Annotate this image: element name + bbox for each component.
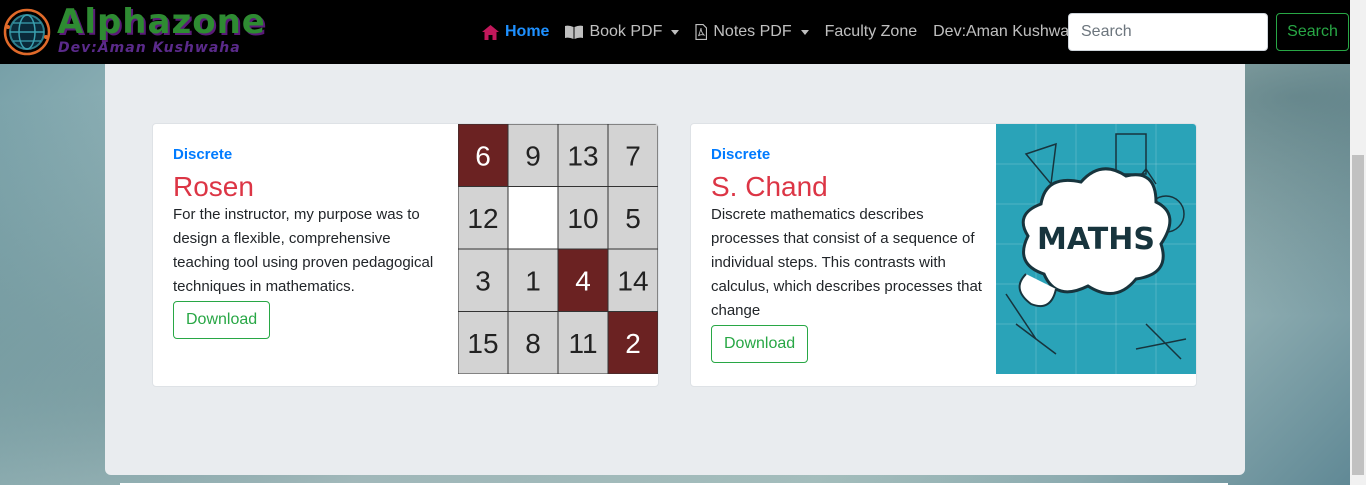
card-title: Rosen [173,171,254,202]
puzzle-tile-number: 12 [467,203,498,234]
card-body: Discrete Rosen For the instructor, my pu… [173,146,445,339]
search-button[interactable]: Search [1276,13,1349,51]
book-card-s-chand: Discrete S. Chand Discrete mathematics d… [690,123,1197,387]
puzzle-tile-number: 3 [475,265,491,296]
card-category: Discrete [173,146,233,163]
nav-home-link[interactable]: Home [482,23,549,41]
book-open-icon [565,25,584,39]
card-description: For the instructor, my purpose was to de… [173,206,434,295]
brand-title: Alphazone [57,2,266,42]
maths-cloud-image: MATHS [996,124,1196,374]
nav-dev-label: Dev:Aman Kushwaha [933,23,1087,40]
puzzle-tile-number: 4 [575,265,591,296]
card-body: Discrete S. Chand Discrete mathematics d… [711,146,983,363]
puzzle-tile-number: 7 [625,140,641,171]
maths-label: MATHS [1037,222,1155,257]
puzzle-tile-number: 5 [625,203,641,234]
card-title: S. Chand [711,171,828,202]
nav-notes-pdf-label: Notes PDF [713,23,792,40]
puzzle-tile-number: 15 [467,328,498,359]
chevron-down-icon [671,29,680,35]
nav-book-pdf-label: Book PDF [589,23,663,40]
navbar: Alphazone Dev:Aman Kushwaha Home Book PD… [0,0,1350,64]
puzzle-tile-number: 14 [617,265,648,296]
globe-icon [3,8,51,56]
file-pdf-icon [695,24,708,40]
nav-dev-link[interactable]: Dev:Aman Kushwaha [933,23,1087,41]
brand-logo[interactable]: Alphazone Dev:Aman Kushwaha [0,0,280,64]
nav-home-label: Home [505,23,550,40]
nav-links: Home Book PDF Notes PDF Faculty Zone Dev… [482,0,1103,64]
puzzle-tile-number: 13 [567,140,598,171]
nav-book-pdf-dropdown[interactable]: Book PDF [565,23,680,41]
puzzle-tile-number: 9 [525,140,541,171]
puzzle-tile-number: 2 [625,328,641,359]
download-button[interactable]: Download [173,301,271,339]
puzzle-tile-number: 8 [525,328,541,359]
nav-notes-pdf-dropdown[interactable]: Notes PDF [695,23,809,41]
nav-faculty-zone-link[interactable]: Faculty Zone [825,23,917,41]
download-button[interactable]: Download [711,325,809,363]
search-input[interactable] [1068,13,1268,51]
book-card-rosen: Discrete Rosen For the instructor, my pu… [152,123,659,387]
nav-faculty-zone-label: Faculty Zone [824,23,918,40]
card-description: Discrete mathematics describes processes… [711,206,982,319]
puzzle-tile-number: 6 [475,140,491,171]
puzzle-empty-tile [507,186,559,250]
card-category: Discrete [711,146,771,163]
home-icon [482,24,499,40]
puzzle-tile-number: 1 [525,265,541,296]
fifteen-puzzle-image: 6 9 13 712 10 53 1 4 1415 8 11 2 [458,124,658,374]
scrollbar-thumb[interactable] [1352,155,1364,475]
brand-subtitle: Dev:Aman Kushwaha [58,40,241,56]
puzzle-tile-number: 11 [568,328,597,359]
chevron-down-icon [800,29,809,35]
puzzle-tile-number: 10 [567,203,598,234]
